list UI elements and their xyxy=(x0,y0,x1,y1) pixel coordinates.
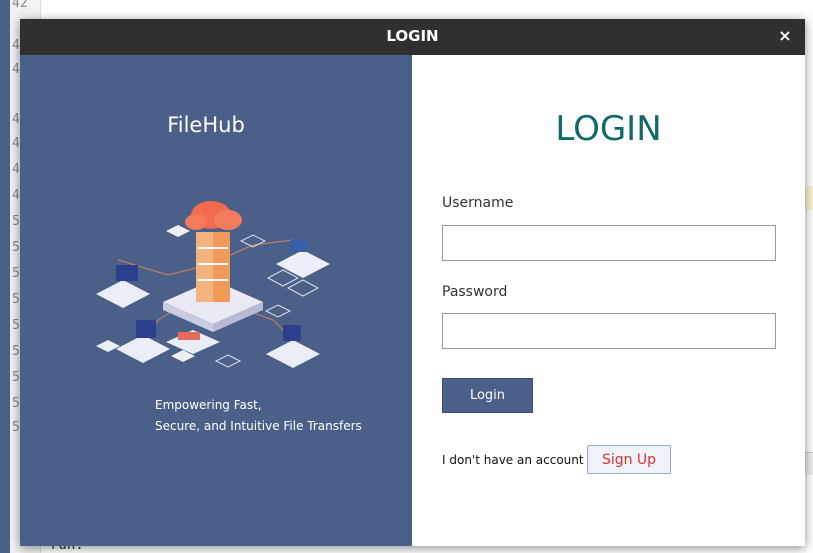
signup-button[interactable]: Sign Up xyxy=(587,445,671,474)
login-dialog: LOGIN × FileHub Empowering Fast, Secure,… xyxy=(20,19,805,546)
login-button[interactable]: Login xyxy=(442,378,533,413)
no-account-text: I don't have an account xyxy=(442,453,584,467)
line-number: 42 xyxy=(12,0,28,11)
tagline-line-1: Empowering Fast, xyxy=(155,398,262,412)
username-input[interactable] xyxy=(442,225,776,261)
branding-panel: FileHub Empowering Fast, Secure, and Int… xyxy=(20,55,412,546)
login-form-panel: LOGIN Username Password Login I don't ha… xyxy=(412,55,805,546)
tagline: Empowering Fast, Secure, and Intuitive F… xyxy=(155,395,362,437)
title-bar[interactable]: LOGIN × xyxy=(20,19,805,55)
window-title: LOGIN xyxy=(386,27,439,45)
password-label: Password xyxy=(442,284,508,300)
cloud-server-network-icon xyxy=(96,201,330,368)
tagline-line-2: Secure, and Intuitive File Transfers xyxy=(155,419,362,433)
password-input[interactable] xyxy=(442,313,776,349)
brand-name: FileHub xyxy=(167,113,245,137)
username-label: Username xyxy=(442,195,514,211)
close-icon[interactable]: × xyxy=(775,26,795,46)
form-heading: LOGIN xyxy=(555,109,662,149)
